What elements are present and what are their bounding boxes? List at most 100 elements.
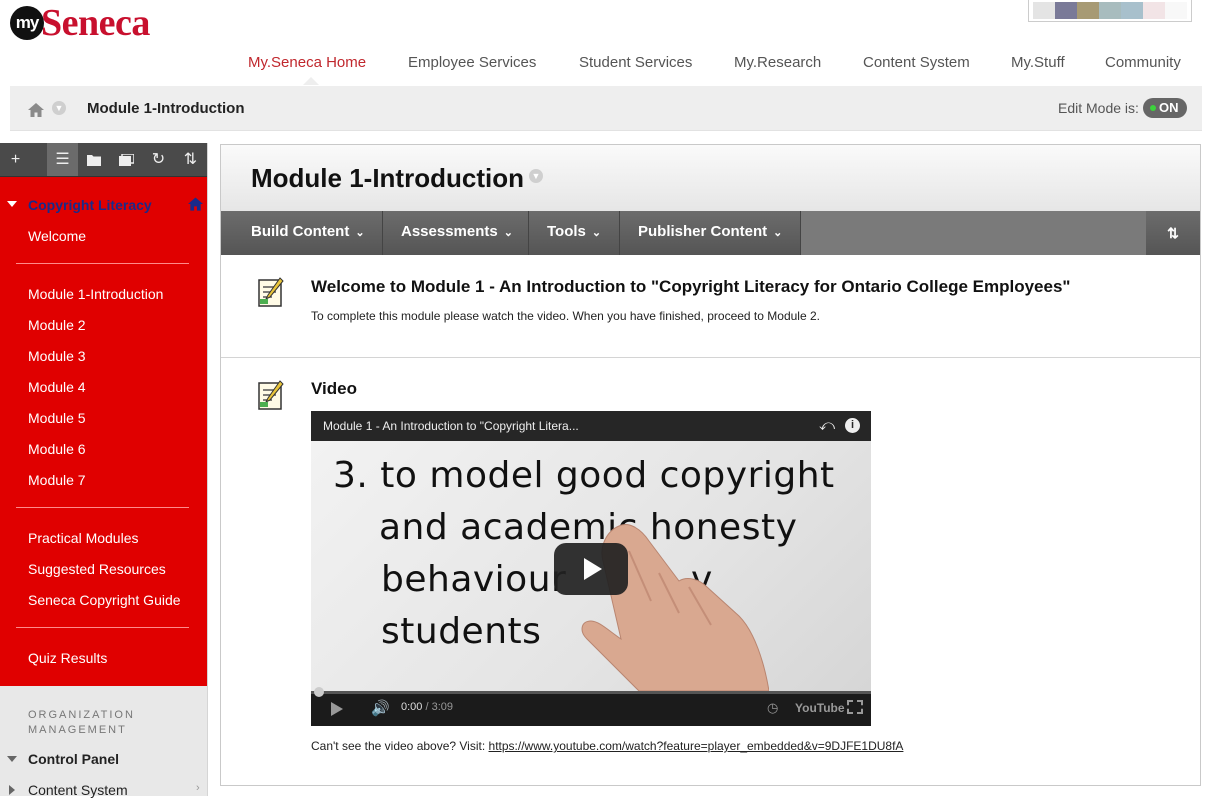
tools-label: Tools <box>547 223 586 240</box>
assessments-label: Assessments <box>401 223 498 240</box>
folder-icon[interactable] <box>78 143 109 176</box>
org-section-label: ORGANIZATION MANAGEMENT <box>28 709 135 736</box>
time-display: 0:00 / 3:09 <box>401 701 453 713</box>
action-bar: Build Content ⌄ Assessments ⌄ Tools ⌄ Publi… <box>221 211 1200 255</box>
video-title[interactable]: Module 1 - An Introduction to "Copyright… <box>323 419 579 433</box>
content-area: Module 1-Introduction ▼ Build Content ⌄ A… <box>220 144 1201 786</box>
list-icon[interactable]: ☰ <box>47 143 78 176</box>
tab-content-system[interactable]: Content System <box>863 54 970 71</box>
toggle-on-indicator-icon <box>1150 105 1156 111</box>
collapse-triangle-icon[interactable] <box>7 201 17 207</box>
youtube-link[interactable]: https://www.youtube.com/watch?feature=pl… <box>489 739 904 753</box>
refresh-icon[interactable]: ↻ <box>143 143 174 176</box>
item-title-video[interactable]: Video <box>311 379 357 399</box>
theme-swatch[interactable] <box>1165 2 1187 19</box>
video-fallback-text: Can't see the video above? Visit: https:… <box>311 739 903 753</box>
item-title-welcome[interactable]: Welcome to Module 1 - An Introduction to… <box>311 277 1070 297</box>
logo-wordmark: Seneca <box>41 2 150 44</box>
edit-mode-label: Edit Mode is: <box>1058 100 1139 116</box>
watch-later-icon[interactable]: ◷ <box>767 700 778 716</box>
organization-management: ORGANIZATION MANAGEMENT Control Panel Co… <box>0 686 207 798</box>
menu-item-copyright-guide[interactable]: Seneca Copyright Guide <box>28 592 181 608</box>
course-menu: Copyright Literacy Welcome Module 1-Intr… <box>0 177 207 686</box>
reorder-sort-icon[interactable]: ⇅ <box>1146 211 1200 255</box>
logo-my-badge: my <box>10 6 44 40</box>
tab-my-research[interactable]: My.Research <box>734 54 821 71</box>
theme-swatch[interactable] <box>1099 2 1121 19</box>
frame-text-line: students <box>381 611 542 652</box>
tools-button[interactable]: Tools ⌄ <box>529 211 620 255</box>
theme-swatch[interactable] <box>1033 2 1055 19</box>
breadcrumb-chevron-down-icon[interactable]: ▼ <box>52 101 66 115</box>
menu-divider <box>16 263 189 264</box>
build-content-label: Build Content <box>251 223 350 240</box>
theme-swatch[interactable] <box>1121 2 1143 19</box>
fullscreen-icon[interactable] <box>847 700 863 714</box>
menu-item-module-3[interactable]: Module 3 <box>28 348 86 364</box>
video-player[interactable]: Module 1 - An Introduction to "Copyright… <box>311 411 871 726</box>
progress-bar[interactable] <box>311 687 871 697</box>
video-controls: 🔊 0:00 / 3:09 ◷ YouTube <box>311 687 871 726</box>
theme-swatch[interactable] <box>1055 2 1077 19</box>
menu-item-welcome[interactable]: Welcome <box>28 228 86 244</box>
frame-text-line: behaviour <box>381 559 567 600</box>
top-navigation: My.Seneca Home Employee Services Student… <box>0 54 1210 85</box>
home-icon[interactable] <box>28 103 44 117</box>
video-frame[interactable]: 3. to model good copyright and academic … <box>311 441 871 691</box>
course-menu-toolbar: + ☰ ↻ ⇅ <box>0 143 207 177</box>
fallback-label: Can't see the video above? Visit: <box>311 739 486 753</box>
menu-item-practical-modules[interactable]: Practical Modules <box>28 530 139 546</box>
seneca-logo[interactable]: my Seneca <box>10 4 150 42</box>
tab-employee-services[interactable]: Employee Services <box>408 54 536 71</box>
tab-my-stuff[interactable]: My.Stuff <box>1011 54 1065 71</box>
menu-item-module-2[interactable]: Module 2 <box>28 317 86 333</box>
page-title: Module 1-Introduction <box>251 163 524 193</box>
video-title-bar: Module 1 - An Introduction to "Copyright… <box>311 411 871 441</box>
play-icon[interactable] <box>331 702 343 716</box>
edit-mode-state: ON <box>1159 100 1179 115</box>
chevron-down-icon: ⌄ <box>503 227 513 239</box>
title-chevron-down-icon[interactable]: ▼ <box>529 169 543 183</box>
youtube-icon[interactable]: YouTube <box>795 701 845 715</box>
menu-item-suggested-resources[interactable]: Suggested Resources <box>28 561 166 577</box>
build-content-button[interactable]: Build Content ⌄ <box>233 211 383 255</box>
publisher-content-button[interactable]: Publisher Content ⌄ <box>620 211 801 255</box>
course-title[interactable]: Copyright Literacy <box>28 197 152 213</box>
tab-student-services[interactable]: Student Services <box>579 54 692 71</box>
panel-divider[interactable] <box>207 143 208 796</box>
volume-icon[interactable]: 🔊 <box>371 699 390 717</box>
menu-item-quiz-results[interactable]: Quiz Results <box>28 650 107 666</box>
window-icon[interactable] <box>111 143 142 176</box>
item-description: To complete this module please watch the… <box>311 309 820 323</box>
tab-myseneca-home[interactable]: My.Seneca Home <box>248 54 366 71</box>
assessments-button[interactable]: Assessments ⌄ <box>383 211 529 255</box>
menu-item-module-6[interactable]: Module 6 <box>28 441 86 457</box>
item-divider <box>221 357 1200 358</box>
theme-swatch[interactable] <box>1143 2 1165 19</box>
share-icon[interactable]: ⤺ <box>819 417 835 434</box>
content-header: Module 1-Introduction ▼ <box>221 145 1200 212</box>
theme-swatch[interactable] <box>1077 2 1099 19</box>
control-panel-heading[interactable]: Control Panel <box>28 751 119 767</box>
chevron-down-icon: ⌄ <box>355 227 365 239</box>
info-icon[interactable]: i <box>845 418 860 433</box>
publisher-content-label: Publisher Content <box>638 223 768 240</box>
chevron-right-icon: › <box>196 782 200 794</box>
expand-triangle-icon[interactable] <box>9 785 15 795</box>
frame-text-line: 3. to model good copyright <box>333 455 835 496</box>
collapse-triangle-icon[interactable] <box>7 756 17 762</box>
menu-item-module-1[interactable]: Module 1-Introduction <box>28 286 163 302</box>
menu-item-module-7[interactable]: Module 7 <box>28 472 86 488</box>
plus-icon[interactable]: + <box>0 143 31 176</box>
menu-item-module-5[interactable]: Module 5 <box>28 410 86 426</box>
sort-icon[interactable]: ⇅ <box>175 143 206 176</box>
course-home-icon[interactable] <box>188 197 203 211</box>
menu-item-module-4[interactable]: Module 4 <box>28 379 86 395</box>
play-button[interactable] <box>554 543 628 595</box>
progress-knob[interactable] <box>314 687 324 697</box>
item-document-icon <box>258 380 284 410</box>
theme-swatches[interactable] <box>1028 0 1192 22</box>
menu-divider <box>16 507 189 508</box>
tab-community[interactable]: Community <box>1105 54 1181 71</box>
edit-mode-toggle[interactable]: ON <box>1143 98 1187 118</box>
